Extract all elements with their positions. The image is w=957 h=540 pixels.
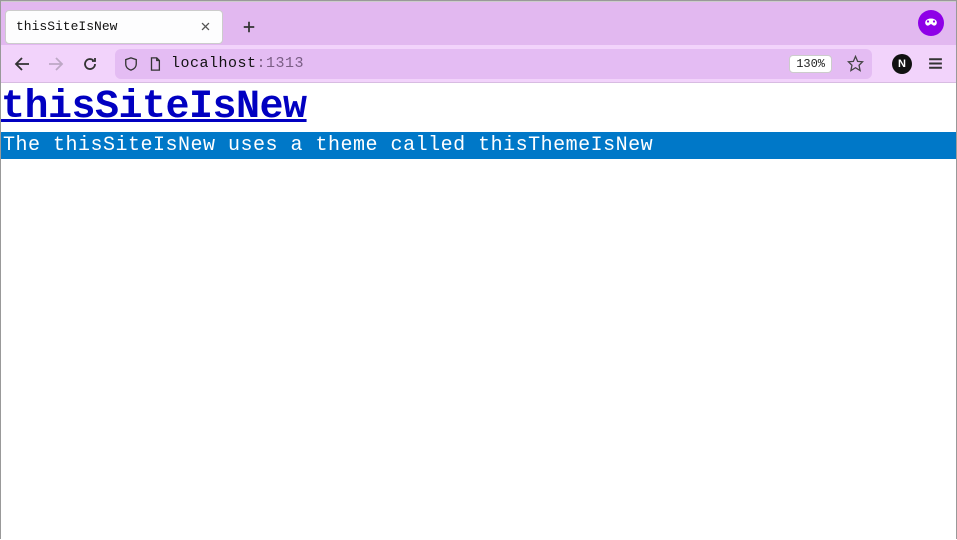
tab-strip: thisSiteIsNew bbox=[1, 1, 956, 45]
bookmark-star-icon[interactable] bbox=[842, 51, 868, 77]
page-icon bbox=[147, 56, 163, 72]
new-tab-button[interactable] bbox=[235, 13, 263, 41]
page-viewport: thisSiteIsNew The thisSiteIsNew uses a t… bbox=[1, 83, 956, 540]
shield-icon[interactable] bbox=[123, 56, 139, 72]
extension-badge[interactable]: N bbox=[892, 54, 912, 74]
url-port: :1313 bbox=[257, 55, 305, 72]
tab-title: thisSiteIsNew bbox=[16, 19, 196, 34]
browser-tab-active[interactable]: thisSiteIsNew bbox=[5, 10, 223, 44]
hamburger-menu-icon[interactable] bbox=[920, 49, 950, 79]
tab-close-icon[interactable] bbox=[196, 18, 214, 36]
reload-button[interactable] bbox=[75, 49, 105, 79]
forward-button[interactable] bbox=[41, 49, 71, 79]
toolbar-right-group: N bbox=[886, 49, 950, 79]
private-browsing-icon[interactable] bbox=[918, 10, 944, 36]
address-bar[interactable]: localhost:1313 130% bbox=[115, 49, 872, 79]
page-title-link[interactable]: thisSiteIsNew bbox=[1, 85, 956, 130]
zoom-indicator[interactable]: 130% bbox=[789, 55, 832, 73]
back-button[interactable] bbox=[7, 49, 37, 79]
url-host: localhost bbox=[171, 55, 257, 72]
browser-toolbar: localhost:1313 130% N bbox=[1, 45, 956, 83]
url-text: localhost:1313 bbox=[171, 55, 781, 72]
page-subheading-bar: The thisSiteIsNew uses a theme called th… bbox=[1, 132, 956, 159]
